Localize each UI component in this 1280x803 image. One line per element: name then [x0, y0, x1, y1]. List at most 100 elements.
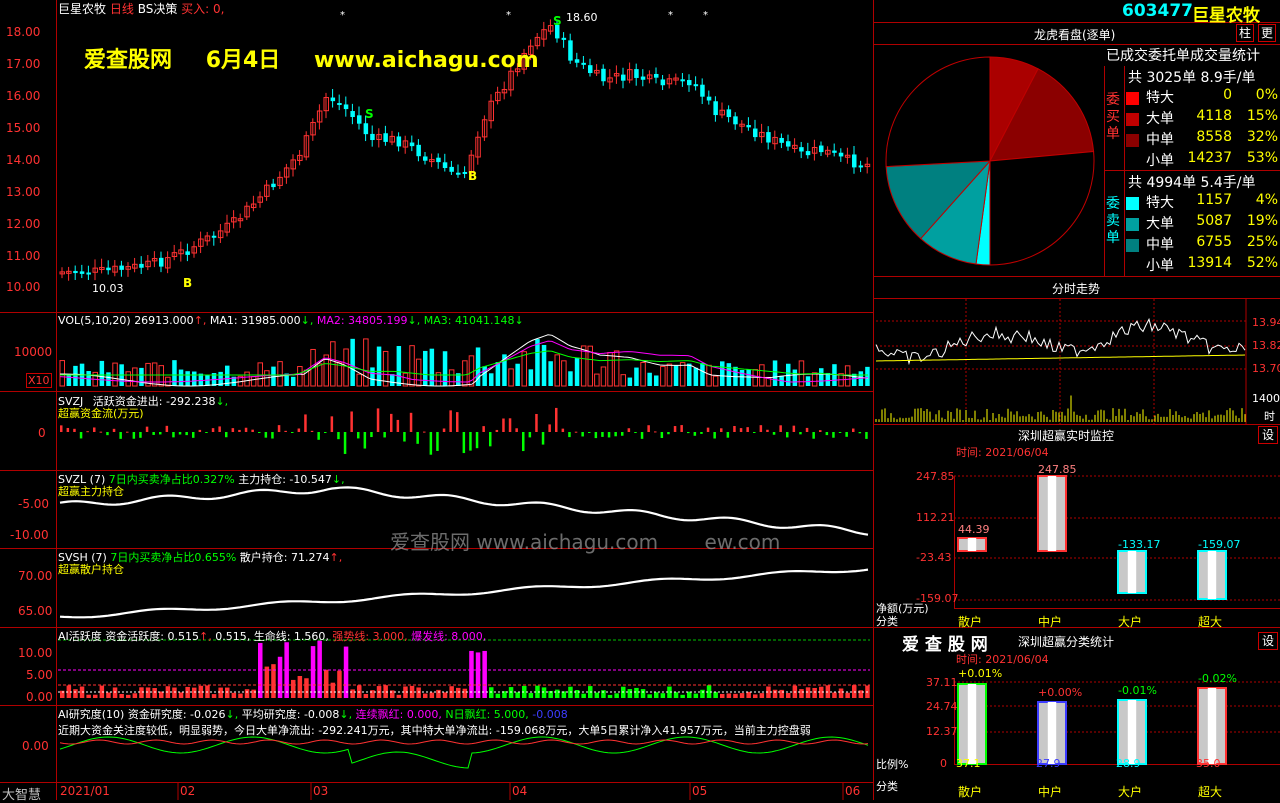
candle-body	[687, 80, 692, 86]
activity-bar	[119, 693, 124, 698]
date-tick: 03	[313, 784, 329, 798]
activity-bar	[178, 692, 184, 698]
candle-body	[416, 144, 421, 157]
bar-highlight	[1047, 476, 1057, 551]
fund-flow-bar	[442, 428, 446, 432]
fund-flow-bar	[132, 432, 136, 439]
fund-flow-bar	[574, 431, 578, 433]
volume-bar	[759, 364, 765, 387]
date-tick: 02	[180, 784, 196, 798]
activity-bar	[838, 688, 844, 698]
volume-bar	[489, 373, 494, 386]
fund-flow-bar	[607, 432, 611, 438]
fund-flow-bar	[805, 427, 809, 432]
fund-flow-bar	[627, 428, 631, 432]
buy-flag: 买入: 0,	[181, 2, 225, 16]
activity-bar	[805, 687, 811, 698]
fund-flow-bar	[284, 430, 287, 432]
activity-bar	[324, 669, 329, 698]
fund-flow-bar	[396, 419, 400, 432]
fund-flow-bar	[251, 429, 254, 432]
order-count: 0	[1223, 87, 1232, 103]
fund-flow-bar	[673, 426, 677, 432]
low-price-label: 10.03	[92, 282, 124, 295]
fund-flow-bar	[218, 426, 221, 432]
svsh-sub: 超赢散户持仓	[58, 563, 124, 576]
activity-bar	[687, 691, 692, 698]
activity-bar	[93, 694, 98, 698]
intraday-title: 分时走势	[1052, 282, 1101, 296]
activity-bar	[482, 650, 487, 698]
fund-flow-bar	[238, 429, 241, 432]
activity-bar	[469, 650, 474, 698]
volume-bar	[139, 367, 144, 386]
cl-value: 35.0	[1196, 757, 1221, 770]
volume-bar	[712, 375, 719, 387]
candle-body	[786, 141, 791, 147]
fund-flow-bar	[390, 413, 393, 432]
activity-bar	[753, 694, 758, 698]
period-label[interactable]: 日线	[110, 2, 134, 16]
realtime-settings-button[interactable]: 设	[1258, 426, 1278, 444]
candle-body	[588, 65, 593, 74]
vol-unit-button[interactable]: X10	[26, 373, 52, 388]
order-count: 6755	[1196, 234, 1232, 250]
volume-bar	[865, 366, 870, 386]
volume-bar	[554, 354, 560, 387]
fund-flow-bar	[139, 432, 142, 438]
watermark-banner: 爱查股网 6月4日 www.aichagu.com	[84, 42, 539, 74]
candle-body	[363, 123, 369, 135]
fund-flow-bar	[304, 414, 307, 432]
classify-settings-button[interactable]: 设	[1258, 632, 1278, 650]
fund-flow-bar	[812, 432, 815, 439]
svzl-axis-tick: -10.00	[10, 528, 49, 542]
fund-flow-bar	[660, 432, 664, 438]
fund-flow-bar	[66, 427, 70, 432]
fund-flow-bar	[475, 432, 479, 449]
more-button[interactable]: 更	[1258, 24, 1276, 42]
volume-bar	[600, 366, 607, 387]
cl-xlabel: 分类	[876, 780, 898, 793]
cl-axis-tick: 37.11	[926, 676, 958, 689]
candle-body	[753, 128, 758, 138]
research-line	[59, 736, 869, 769]
fund-flow-bar	[502, 418, 505, 432]
volume-bar	[508, 368, 514, 387]
fund-flow-bar	[779, 425, 782, 432]
activity-bar	[475, 652, 481, 698]
candle-body	[799, 147, 804, 152]
buy-total: 共 3025单 8.9手/单	[1128, 70, 1256, 86]
fund-flow-bar	[753, 432, 756, 433]
vol-header: VOL(5,10,20) 26913.000↑, MA1: 31985.000↓…	[58, 314, 524, 327]
activity-bar	[574, 689, 580, 698]
pie-slice	[885, 56, 991, 168]
volume-bar	[448, 369, 455, 387]
order-percent: 19%	[1246, 213, 1278, 229]
activity-bar	[607, 694, 613, 698]
price-tick: 17.00	[6, 57, 41, 71]
volume-bar	[720, 361, 725, 386]
volume-bar	[495, 362, 501, 386]
rt-value: -133.17	[1118, 538, 1161, 551]
fund-flow-bar	[363, 432, 367, 449]
volume-bar	[528, 369, 534, 386]
candle-body	[449, 166, 454, 172]
svsh-axis-tick: 70.00	[18, 569, 53, 583]
order-percent: 0%	[1255, 87, 1278, 103]
volume-bar	[482, 366, 487, 386]
volume-bar	[316, 363, 323, 387]
vol-value: 26913.000	[134, 314, 194, 327]
candle-body	[805, 151, 811, 156]
candle-body	[733, 116, 738, 125]
volume-bar	[746, 369, 751, 386]
intraday-chart[interactable]	[874, 299, 1280, 424]
activity-bar	[508, 687, 514, 698]
column-toggle-button[interactable]: 柱	[1236, 24, 1254, 42]
fund-flow-bar	[297, 428, 301, 432]
sell-total: 共 4994单 5.4手/单	[1128, 175, 1256, 191]
fund-flow-bar	[792, 425, 796, 432]
fund-flow-bar	[159, 432, 162, 435]
fund-flow-bar	[759, 425, 763, 432]
candle-body	[693, 84, 699, 87]
candle-body	[423, 156, 428, 161]
